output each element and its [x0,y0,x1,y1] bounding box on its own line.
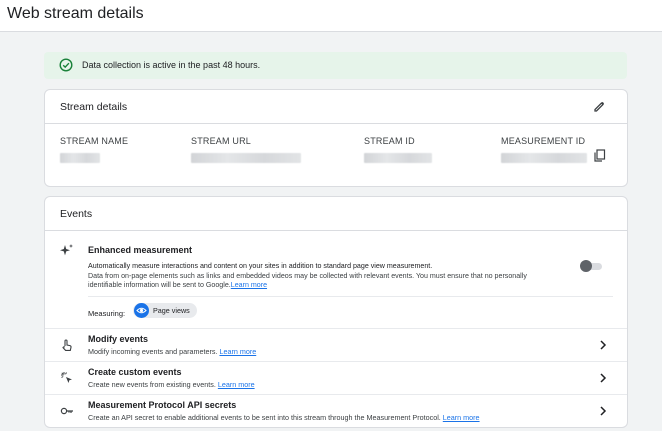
enhanced-measurement-line1: Automatically measure interactions and c… [88,262,433,270]
toggle-knob [580,260,592,272]
row-subtitle-text: Modify incoming events and parameters. [88,347,218,356]
measurement-protocol-row[interactable]: Measurement Protocol API secrets Create … [45,395,627,427]
learn-more-link[interactable]: Learn more [443,413,480,422]
eye-icon [134,303,149,318]
enhanced-measurement-description: Automatically measure interactions and c… [88,262,527,291]
chevron-right-icon [600,373,607,383]
learn-more-link[interactable]: Learn more [219,347,256,356]
enhanced-measurement-toggle[interactable] [580,260,604,272]
row-subtitle: Create an API secret to enable additiona… [88,413,480,422]
stream-name-label: STREAM NAME [60,136,129,146]
learn-more-link[interactable]: Learn more [231,281,267,289]
row-title: Modify events [88,334,149,344]
card-title: Events [60,208,93,220]
redacted-stream-url [191,153,301,163]
touch-icon [62,339,72,351]
row-subtitle: Create new events from existing events. … [88,380,255,389]
redacted-stream-id [364,153,432,163]
stream-id-label: STREAM ID [364,136,415,146]
copy-icon[interactable] [593,149,606,162]
row-subtitle-text: Create new events from existing events. [88,380,216,389]
row-title: Measurement Protocol API secrets [88,400,237,410]
edit-pencil-icon[interactable] [593,100,606,113]
redacted-measurement-id [501,153,587,163]
row-subtitle-text: Create an API secret to enable additiona… [88,413,441,422]
chevron-right-icon [600,340,607,350]
measuring-label: Measuring: [88,309,126,318]
events-card: Events Enhanced measurement Automaticall… [44,196,628,428]
card-header: Events [45,197,627,231]
enhanced-measurement-line2: Data from on-page elements such as links… [88,271,527,280]
sparkle-click-icon [61,372,72,383]
divider [88,296,613,297]
card-header: Stream details [45,90,627,124]
page-views-chip-label: Page views [153,306,190,315]
stream-details-card: Stream details STREAM NAME STREAM URL ST… [44,89,628,187]
page-title: Web stream details [7,5,144,22]
row-subtitle: Modify incoming events and parameters. L… [88,347,256,356]
create-custom-events-row[interactable]: Create custom events Create new events f… [45,362,627,394]
modify-events-row[interactable]: Modify events Modify incoming events and… [45,329,627,361]
status-banner: Data collection is active in the past 48… [44,52,627,79]
check-circle-icon [59,58,73,72]
redacted-stream-name [60,153,100,163]
status-banner-text: Data collection is active in the past 48… [82,60,261,70]
chevron-right-icon [600,406,607,416]
learn-more-link[interactable]: Learn more [218,380,255,389]
stream-url-label: STREAM URL [191,136,252,146]
sparkle-icon [60,244,73,256]
card-title: Stream details [60,101,128,113]
page-views-chip[interactable]: Page views [133,303,197,318]
key-icon [60,407,73,415]
measurement-id-label: MEASUREMENT ID [501,136,586,146]
enhanced-measurement-title: Enhanced measurement [88,245,193,255]
enhanced-measurement-line3-text: identifiable information will be sent to… [88,281,231,290]
header-bar: Web stream details [0,0,662,32]
row-title: Create custom events [88,367,182,377]
enhanced-measurement-line3: identifiable information will be sent to… [88,281,527,291]
